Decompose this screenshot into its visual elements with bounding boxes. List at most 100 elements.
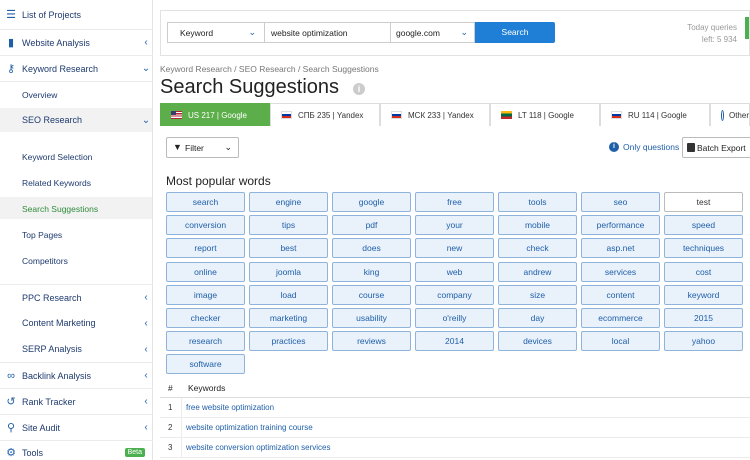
popular-word-chip[interactable]: image — [166, 284, 245, 305]
popular-word-chip[interactable]: devices — [498, 331, 577, 352]
popular-word-chip[interactable]: check — [498, 238, 577, 259]
popular-word-chip[interactable]: test — [664, 192, 743, 212]
popular-word-chip[interactable]: speed — [664, 215, 743, 236]
only-questions-toggle[interactable]: i Only questions — [609, 142, 679, 152]
chevron-down-icon: ⌄ — [460, 27, 468, 37]
popular-word-chip[interactable]: tips — [249, 215, 328, 236]
sidebar-item-projects[interactable]: ☰ List of Projects — [0, 0, 153, 30]
export-icon — [687, 143, 695, 152]
popular-word-chip[interactable]: marketing — [249, 308, 328, 328]
popular-word-chip[interactable]: services — [581, 261, 660, 282]
popular-word-chip[interactable]: ecommerce — [581, 308, 660, 328]
popular-word-chip[interactable]: asp.net — [581, 238, 660, 259]
sidebar-item-site-audit[interactable]: ⚲ Site Audit ‹ — [0, 414, 153, 440]
batch-export-button[interactable]: Batch Export — [682, 137, 750, 158]
popular-word-chip[interactable]: cost — [664, 261, 743, 282]
sitemap-icon: ⚲ — [6, 422, 16, 434]
popular-word-chip[interactable]: engine — [249, 192, 328, 212]
popular-word-chip[interactable]: local — [581, 331, 660, 352]
popular-word-chip[interactable]: king — [332, 261, 411, 282]
history-icon: ↺ — [6, 396, 16, 408]
popular-word-chip[interactable]: web — [415, 261, 494, 282]
tab-msk-yandex[interactable]: МСК 233 | Yandex — [380, 103, 490, 126]
sidebar-item-related-keywords[interactable]: Related Keywords — [22, 178, 91, 188]
popular-word-chip[interactable]: mobile — [498, 215, 577, 236]
sidebar-item-seo-research[interactable]: SEO Research ⌄ — [0, 108, 153, 132]
popular-word-chip[interactable]: report — [166, 238, 245, 259]
popular-word-chip[interactable]: techniques — [664, 238, 743, 259]
breadcrumb: Keyword Research / SEO Research / Search… — [160, 64, 379, 74]
chevron-left-icon: ‹ — [144, 343, 148, 355]
popular-word-chip[interactable]: practices — [249, 331, 328, 352]
table-row[interactable]: 2 website optimization training course — [160, 418, 750, 438]
popular-word-chip[interactable]: yahoo — [664, 331, 743, 352]
page-title: Search Suggestions — [160, 76, 340, 98]
popular-word-chip[interactable]: day — [498, 308, 577, 328]
chevron-left-icon: ‹ — [144, 37, 148, 48]
sidebar-item-search-suggestions[interactable]: Search Suggestions — [22, 204, 98, 214]
popular-word-chip[interactable]: andrew — [498, 261, 577, 282]
popular-word-chip[interactable]: tools — [498, 192, 577, 212]
popular-word-chip[interactable]: best — [249, 238, 328, 259]
popular-word-chip[interactable]: keyword — [664, 284, 743, 305]
filter-button[interactable]: ▼ Filter ⌄ — [166, 137, 239, 158]
popular-word-chip[interactable]: software — [166, 354, 245, 375]
popular-word-chip[interactable]: usability — [332, 308, 411, 328]
search-bar: Keyword ⌄ website optimization google.co… — [160, 10, 750, 56]
sidebar-item-keyword-selection[interactable]: Keyword Selection — [22, 152, 92, 162]
popular-word-chip[interactable]: checker — [166, 308, 245, 328]
popular-word-chip[interactable]: reviews — [332, 331, 411, 352]
sidebar-item-tools[interactable]: ⚙ Tools Beta — [0, 440, 153, 460]
sidebar-item-rank-tracker[interactable]: ↺ Rank Tracker ‹ — [0, 388, 153, 414]
tab-other[interactable]: Other — [710, 103, 750, 126]
filter-icon: ▼ — [173, 142, 182, 152]
ru-flag-icon — [611, 111, 622, 119]
table-row[interactable]: 3 website conversion optimization servic… — [160, 438, 750, 458]
database-select[interactable]: google.com ⌄ — [391, 22, 475, 43]
tab-lt-google[interactable]: LT 118 | Google — [490, 103, 600, 126]
popular-word-chip[interactable]: seo — [581, 192, 660, 212]
tab-us-google[interactable]: US 217 | Google — [160, 103, 270, 126]
popular-word-chip[interactable]: content — [581, 284, 660, 305]
sidebar-item-competitors[interactable]: Competitors — [22, 256, 68, 266]
popular-word-chip[interactable]: 2014 — [415, 331, 494, 352]
chevron-left-icon: ‹ — [144, 396, 148, 407]
popular-word-chip[interactable]: free — [415, 192, 494, 212]
sidebar-item-top-pages[interactable]: Top Pages — [22, 230, 62, 240]
table-row[interactable]: 1 free website optimization — [160, 398, 750, 418]
popular-word-chip[interactable]: pdf — [332, 215, 411, 236]
popular-word-chip[interactable]: o'reilly — [415, 308, 494, 328]
popular-word-chip[interactable]: 2015 — [664, 308, 743, 328]
popular-word-chip[interactable]: size — [498, 284, 577, 305]
popular-word-chip[interactable]: research — [166, 331, 245, 352]
popular-word-chip[interactable]: joomla — [249, 261, 328, 282]
gear-icon: ⚙ — [6, 447, 16, 459]
popular-word-chip[interactable]: performance — [581, 215, 660, 236]
tab-ru-google[interactable]: RU 114 | Google — [600, 103, 710, 126]
sidebar-item-ppc-research[interactable]: PPC Research ‹ — [0, 284, 153, 310]
popular-word-chip[interactable]: does — [332, 238, 411, 259]
tab-spb-yandex[interactable]: СПБ 235 | Yandex — [270, 103, 380, 126]
info-icon[interactable]: i — [353, 83, 365, 95]
sidebar-item-overview[interactable]: Overview — [22, 90, 57, 100]
upgrade-button-edge[interactable] — [745, 17, 749, 39]
popular-word-chip[interactable]: your — [415, 215, 494, 236]
sidebar-item-serp-analysis[interactable]: SERP Analysis ‹ — [0, 336, 153, 362]
popular-word-chip[interactable]: search — [166, 192, 245, 212]
ru-flag-icon — [391, 111, 402, 119]
popular-word-chip[interactable]: company — [415, 284, 494, 305]
popular-word-chip[interactable]: new — [415, 238, 494, 259]
popular-word-chip[interactable]: conversion — [166, 215, 245, 236]
search-input[interactable]: website optimization — [265, 22, 391, 43]
sidebar-item-keyword-research[interactable]: ⚷ Keyword Research ⌄ — [0, 56, 153, 82]
database-tabs: US 217 | Google СПБ 235 | Yandex МСК 233… — [160, 103, 750, 126]
sidebar-item-website-analysis[interactable]: ▮ Website Analysis ‹ — [0, 30, 153, 56]
popular-word-chip[interactable]: load — [249, 284, 328, 305]
sidebar-item-content-marketing[interactable]: Content Marketing ‹ — [0, 310, 153, 336]
popular-word-chip[interactable]: google — [332, 192, 411, 212]
sidebar-item-backlink-analysis[interactable]: ∞ Backlink Analysis ‹ — [0, 362, 153, 388]
search-button[interactable]: Search — [475, 22, 555, 43]
mode-select[interactable]: Keyword ⌄ — [167, 22, 265, 43]
popular-word-chip[interactable]: online — [166, 261, 245, 282]
popular-word-chip[interactable]: course — [332, 284, 411, 305]
